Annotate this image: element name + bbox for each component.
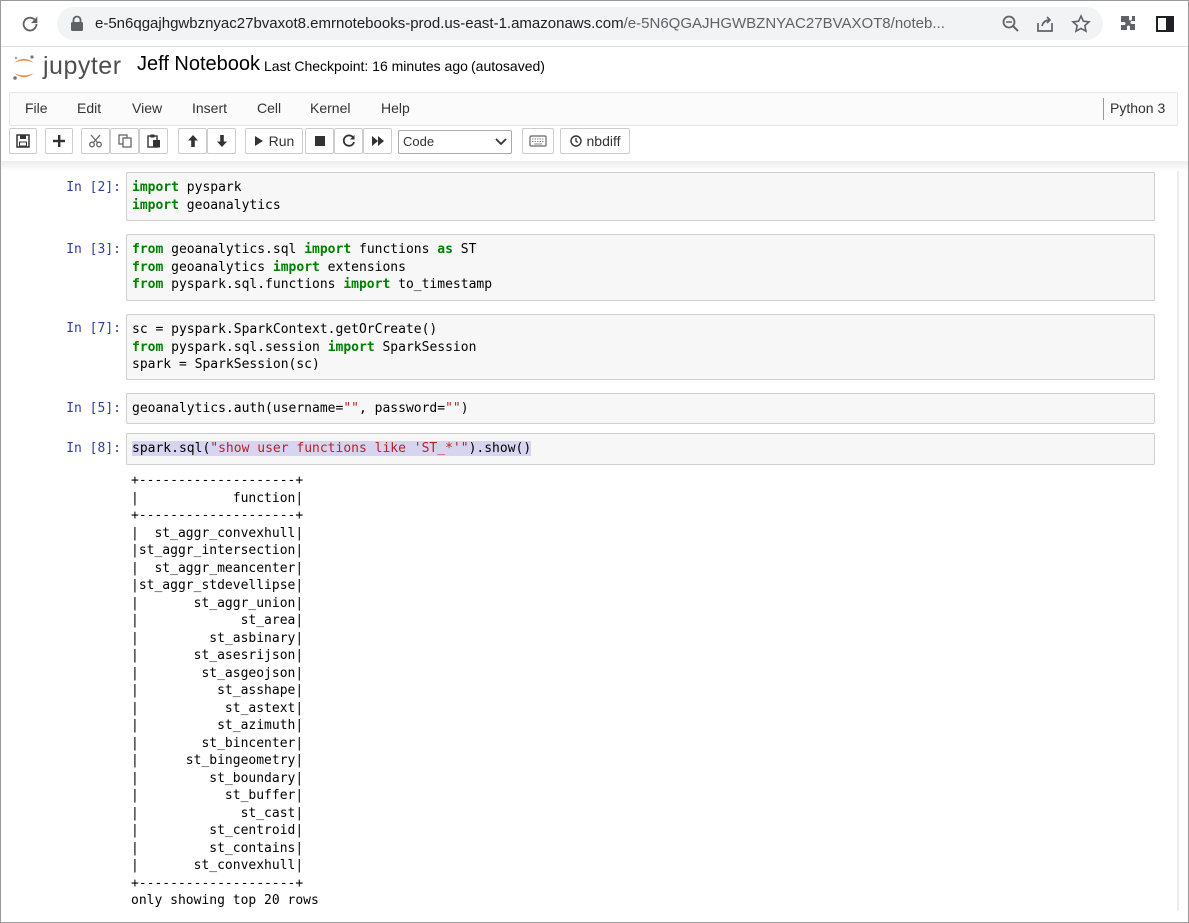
save-button[interactable] <box>9 128 37 154</box>
scissors-icon <box>89 134 102 148</box>
table-row: st_aggr_union <box>138 595 296 611</box>
play-icon <box>254 136 263 146</box>
cell-prompt: In [8]: <box>66 441 121 456</box>
jupyter-logo-icon[interactable] <box>11 53 37 83</box>
plus-icon <box>53 135 65 147</box>
url-path: /e-5N6QGAJHGWBZNYAC27BVAXOT8/noteb... <box>623 15 945 32</box>
table-row: st_bingeometry <box>138 753 296 768</box>
output-footer: only showing top 20 rows <box>131 893 319 908</box>
cell-prompt: In [2]: <box>66 180 121 195</box>
paste-icon <box>146 134 160 148</box>
cell-type-value: Code <box>403 134 435 149</box>
menu-view[interactable]: View <box>132 100 162 116</box>
zoom-icon[interactable] <box>1001 14 1021 34</box>
code-cell[interactable]: geoanalytics.auth(username="", password=… <box>126 393 1155 424</box>
restart-button[interactable] <box>334 128 363 154</box>
menu-insert[interactable]: Insert <box>192 100 227 116</box>
move-down-button[interactable] <box>207 128 236 154</box>
interrupt-button[interactable] <box>305 128 334 154</box>
menu-kernel[interactable]: Kernel <box>310 100 350 116</box>
keyboard-icon <box>529 135 547 147</box>
address-bar[interactable]: e-5n6qgajhgwbznyac27bvaxot8.emrnotebooks… <box>57 7 1103 40</box>
table-row: st_area <box>138 613 296 628</box>
code-cell[interactable]: import pyspark import geoanalytics <box>126 172 1155 221</box>
arrow-down-icon <box>216 135 227 147</box>
menu-bar: File Edit View Insert Cell Kernel Help P… <box>9 92 1178 126</box>
cell-prompt: In [5]: <box>66 401 121 416</box>
copy-icon <box>117 134 132 148</box>
copy-button[interactable] <box>110 128 139 154</box>
cell-prompt: In [3]: <box>66 242 121 257</box>
cut-button[interactable] <box>81 128 110 154</box>
restart-run-all-button[interactable] <box>363 128 392 154</box>
checkpoint-status: Last Checkpoint: 16 minutes ago <box>264 58 468 74</box>
fast-forward-icon <box>371 136 384 146</box>
menu-help[interactable]: Help <box>381 100 410 116</box>
url-text[interactable]: e-5n6qgajhgwbznyac27bvaxot8.emrnotebooks… <box>95 15 995 32</box>
bookmark-star-icon[interactable] <box>1071 14 1091 34</box>
table-row: st_asesrijson <box>138 648 296 663</box>
chevron-down-icon <box>495 138 507 146</box>
table-border: +--------------------+ <box>131 508 304 523</box>
restart-icon <box>342 134 355 147</box>
jupyter-header: jupyter Jeff Notebook Last Checkpoint: 1… <box>1 47 1188 91</box>
table-row: st_contains <box>138 840 296 856</box>
menu-edit[interactable]: Edit <box>77 100 101 116</box>
toolbar-shadow <box>1 161 1188 171</box>
insert-cell-button[interactable] <box>45 128 73 154</box>
run-label: Run <box>268 133 295 149</box>
code-cell[interactable]: from geoanalytics.sql import functions a… <box>126 234 1155 301</box>
browser-toolbar: e-5n6qgajhgwbznyac27bvaxot8.emrnotebooks… <box>1 1 1188 47</box>
kernel-indicator[interactable]: Python 3 <box>1103 98 1165 120</box>
code-cell[interactable]: sc = pyspark.SparkContext.getOrCreate() … <box>126 314 1155 380</box>
table-row: st_aggr_convexhull <box>138 525 296 541</box>
arrow-up-icon <box>187 135 198 147</box>
table-row: st_aggr_intersection <box>138 543 296 558</box>
table-row: st_asgeojson <box>138 665 296 681</box>
reload-icon[interactable] <box>19 13 41 35</box>
lock-icon[interactable] <box>69 15 85 32</box>
command-palette-button[interactable] <box>522 128 554 154</box>
table-row: st_azimuth <box>138 718 296 733</box>
table-row: st_cast <box>138 805 296 821</box>
menu-file[interactable]: File <box>25 100 48 116</box>
menu-cell[interactable]: Cell <box>257 100 281 116</box>
url-domain: e-5n6qgajhgwbznyac27bvaxot8.emrnotebooks… <box>95 15 624 32</box>
paste-button[interactable] <box>139 128 168 154</box>
table-border: +--------------------+ <box>131 875 304 891</box>
autosave-status: (autosaved) <box>471 58 545 74</box>
cell-prompt: In [7]: <box>66 321 121 336</box>
vertical-scrollbar[interactable] <box>1175 171 1181 911</box>
share-icon[interactable] <box>1035 14 1055 34</box>
clock-icon <box>569 135 582 147</box>
run-button[interactable]: Run <box>245 128 303 154</box>
table-row: st_asbinary <box>138 630 296 646</box>
table-row: st_buffer <box>138 788 296 803</box>
table-row: st_aggr_meancenter <box>138 560 296 576</box>
table-row: st_bincenter <box>138 735 296 751</box>
table-row: st_boundary <box>138 770 296 786</box>
notebook-title[interactable]: Jeff Notebook <box>137 53 260 76</box>
table-row: st_asshape <box>138 683 296 698</box>
nbdiff-label: nbdiff <box>586 133 621 149</box>
table-row: st_astext <box>138 700 296 716</box>
code-cell-selected[interactable]: spark.sql("show user functions like 'ST_… <box>126 433 1155 465</box>
side-panel-icon[interactable] <box>1154 13 1176 35</box>
table-row: st_aggr_stdevellipse <box>138 578 296 593</box>
cell-output: +--------------------+ | function| +----… <box>131 473 319 908</box>
table-row: st_centroid <box>138 823 296 838</box>
extensions-icon[interactable] <box>1118 13 1140 35</box>
jupyter-logo-text[interactable]: jupyter <box>43 52 122 81</box>
stop-icon <box>314 136 325 146</box>
save-icon <box>16 134 30 148</box>
table-border: +--------------------+ <box>131 473 304 488</box>
move-up-button[interactable] <box>178 128 207 154</box>
nbdiff-button[interactable]: nbdiff <box>560 128 630 154</box>
table-header: function <box>138 490 296 506</box>
cell-type-select[interactable]: Code <box>398 130 512 154</box>
table-row: st_convexhull <box>138 858 296 873</box>
